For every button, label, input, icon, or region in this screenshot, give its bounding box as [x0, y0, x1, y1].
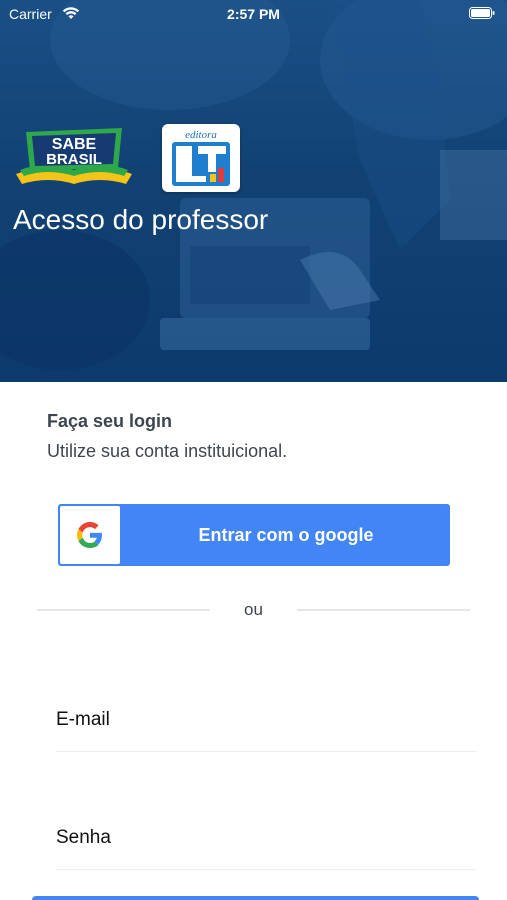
login-subtitle: Utilize sua conta instituicional. [47, 441, 288, 461]
hero-banner: Carrier 2:57 PM SABE BRASIL editora Aces… [0, 0, 507, 382]
svg-text:editora: editora [185, 129, 217, 141]
google-signin-button[interactable]: Entrar com o google [58, 504, 450, 566]
status-time: 2:57 PM [227, 6, 280, 22]
email-field[interactable] [56, 700, 477, 740]
google-button-label: Entrar com o google [198, 525, 374, 545]
hero-background-photo [0, 0, 507, 370]
google-icon-box [60, 506, 120, 564]
login-heading: Faça seu login [47, 411, 173, 431]
battery-icon [469, 7, 495, 19]
page-title: Acesso do professor [13, 204, 269, 235]
divider-label: ou [244, 600, 263, 619]
sabe-brasil-logo: SABE BRASIL [16, 128, 132, 184]
password-field-underline [56, 869, 477, 870]
svg-text:BRASIL: BRASIL [46, 151, 102, 168]
google-g-icon [77, 522, 102, 548]
editora-lt-logo: editora [162, 124, 240, 192]
status-bar: Carrier 2:57 PM [0, 0, 507, 28]
submit-button[interactable] [32, 896, 479, 900]
divider-line-left [37, 609, 210, 611]
divider-line-right [297, 609, 470, 611]
email-field-underline [56, 751, 477, 752]
password-field[interactable] [56, 818, 477, 858]
